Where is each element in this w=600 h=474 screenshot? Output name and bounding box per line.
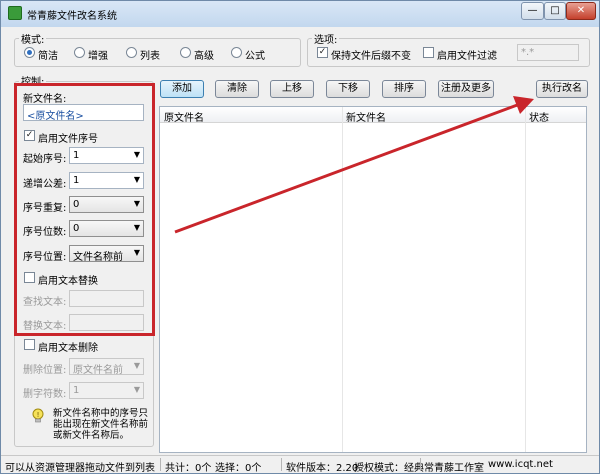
annotation-arrow (174, 96, 534, 234)
